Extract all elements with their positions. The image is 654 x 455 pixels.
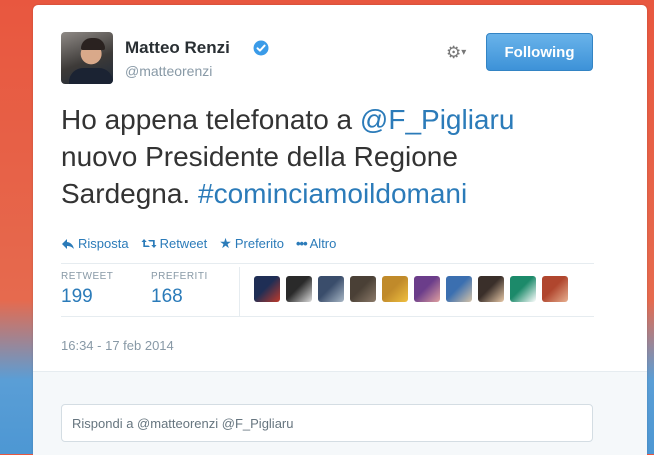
favoriter-avatar[interactable] <box>414 276 440 302</box>
avatar[interactable] <box>61 32 113 84</box>
reply-label: Risposta <box>78 236 129 251</box>
reply-input[interactable]: Rispondi a @matteorenzi @F_Pigliaru <box>61 404 593 442</box>
retweet-icon <box>141 239 157 248</box>
mention-link[interactable]: @F_Pigliaru <box>360 104 514 135</box>
tweet-text-part: Ho appena telefonato a <box>61 104 360 135</box>
favoriter-avatar[interactable] <box>446 276 472 302</box>
favorite-count: 168 <box>151 286 183 307</box>
reply-icon <box>62 238 74 249</box>
more-label: Altro <box>309 236 337 251</box>
divider <box>61 316 594 317</box>
stats-separator <box>239 267 240 317</box>
favoriter-avatar[interactable] <box>318 276 344 302</box>
retweet-action[interactable]: Retweet <box>141 236 208 251</box>
reply-area: Rispondi a @matteorenzi @F_Pigliaru <box>33 371 647 455</box>
avatar-suit <box>69 68 113 84</box>
following-button[interactable]: Following <box>486 33 593 71</box>
favoriter-avatar[interactable] <box>382 276 408 302</box>
more-action[interactable]: ••• Altro <box>296 236 336 251</box>
retweet-stat[interactable]: RETWEET 199 <box>61 271 113 308</box>
favoriter-avatar[interactable] <box>510 276 536 302</box>
tweet-text: Ho appena telefonato a @F_Pigliaru nuovo … <box>61 101 621 212</box>
retweet-count-label: RETWEET <box>61 271 114 282</box>
favorite-action[interactable]: ★ Preferito <box>219 235 284 252</box>
favoriter-avatar[interactable] <box>286 276 312 302</box>
tweet-timestamp[interactable]: 16:34 - 17 feb 2014 <box>61 338 174 353</box>
more-dots-icon: ••• <box>295 236 308 251</box>
hashtag-link[interactable]: #cominciamoildomani <box>198 178 467 209</box>
chevron-down-icon: ▾ <box>461 47 467 58</box>
gear-icon: ⚙ <box>446 43 462 62</box>
favorite-stat[interactable]: PREFERITI 168 <box>151 271 208 308</box>
divider <box>61 263 594 264</box>
settings-dropdown[interactable]: ⚙▾ <box>446 43 480 65</box>
favorite-count-label: PREFERITI <box>151 271 208 282</box>
favoriter-avatar[interactable] <box>478 276 504 302</box>
star-icon: ★ <box>219 235 232 251</box>
favoriter-avatar[interactable] <box>542 276 568 302</box>
favoriter-avatar[interactable] <box>254 276 280 302</box>
verified-badge-icon <box>253 40 269 56</box>
retweet-label: Retweet <box>159 236 208 251</box>
reply-placeholder: Rispondi a @matteorenzi @F_Pigliaru <box>72 415 294 431</box>
user-name[interactable]: Matteo Renzi <box>125 38 230 58</box>
favorite-label: Preferito <box>234 236 284 251</box>
avatar-hair <box>81 38 105 50</box>
tweet-actions: Risposta Retweet ★ Preferito ••• Altro <box>61 235 336 252</box>
favoriter-avatar[interactable] <box>350 276 376 302</box>
favoriters-list <box>254 276 568 302</box>
retweet-count: 199 <box>61 286 93 307</box>
tweet-card: Matteo Renzi @matteorenzi ⚙▾ Following H… <box>33 5 647 455</box>
user-handle[interactable]: @matteorenzi <box>125 63 212 79</box>
reply-action[interactable]: Risposta <box>61 236 129 251</box>
